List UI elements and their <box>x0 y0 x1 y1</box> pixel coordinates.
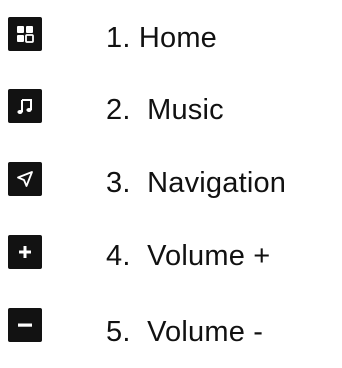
menu-item-home-label: 1. Home <box>106 22 217 54</box>
home-grid-icon <box>8 17 42 51</box>
menu-item-music-label: 2. Music <box>106 94 224 126</box>
shortcut-menu: 1. Home 2. Music 3. Navigation 4. Volume… <box>0 0 342 363</box>
menu-item-navigation-label: 3. Navigation <box>106 167 287 199</box>
menu-item-music[interactable]: 2. Music <box>0 89 342 149</box>
menu-item-home[interactable]: 1. Home <box>0 17 342 77</box>
navigation-arrow-icon <box>8 162 42 196</box>
menu-item-volume-down-label: 5. Volume - <box>106 316 264 348</box>
music-note-icon <box>8 89 42 123</box>
menu-item-volume-up-label: 4. Volume + <box>106 240 271 272</box>
menu-item-navigation[interactable]: 3. Navigation <box>0 162 342 222</box>
menu-item-volume-down[interactable]: 5. Volume - <box>0 308 342 368</box>
menu-item-volume-up[interactable]: 4. Volume + <box>0 235 342 295</box>
volume-plus-icon <box>8 235 42 269</box>
volume-minus-icon <box>8 308 42 342</box>
